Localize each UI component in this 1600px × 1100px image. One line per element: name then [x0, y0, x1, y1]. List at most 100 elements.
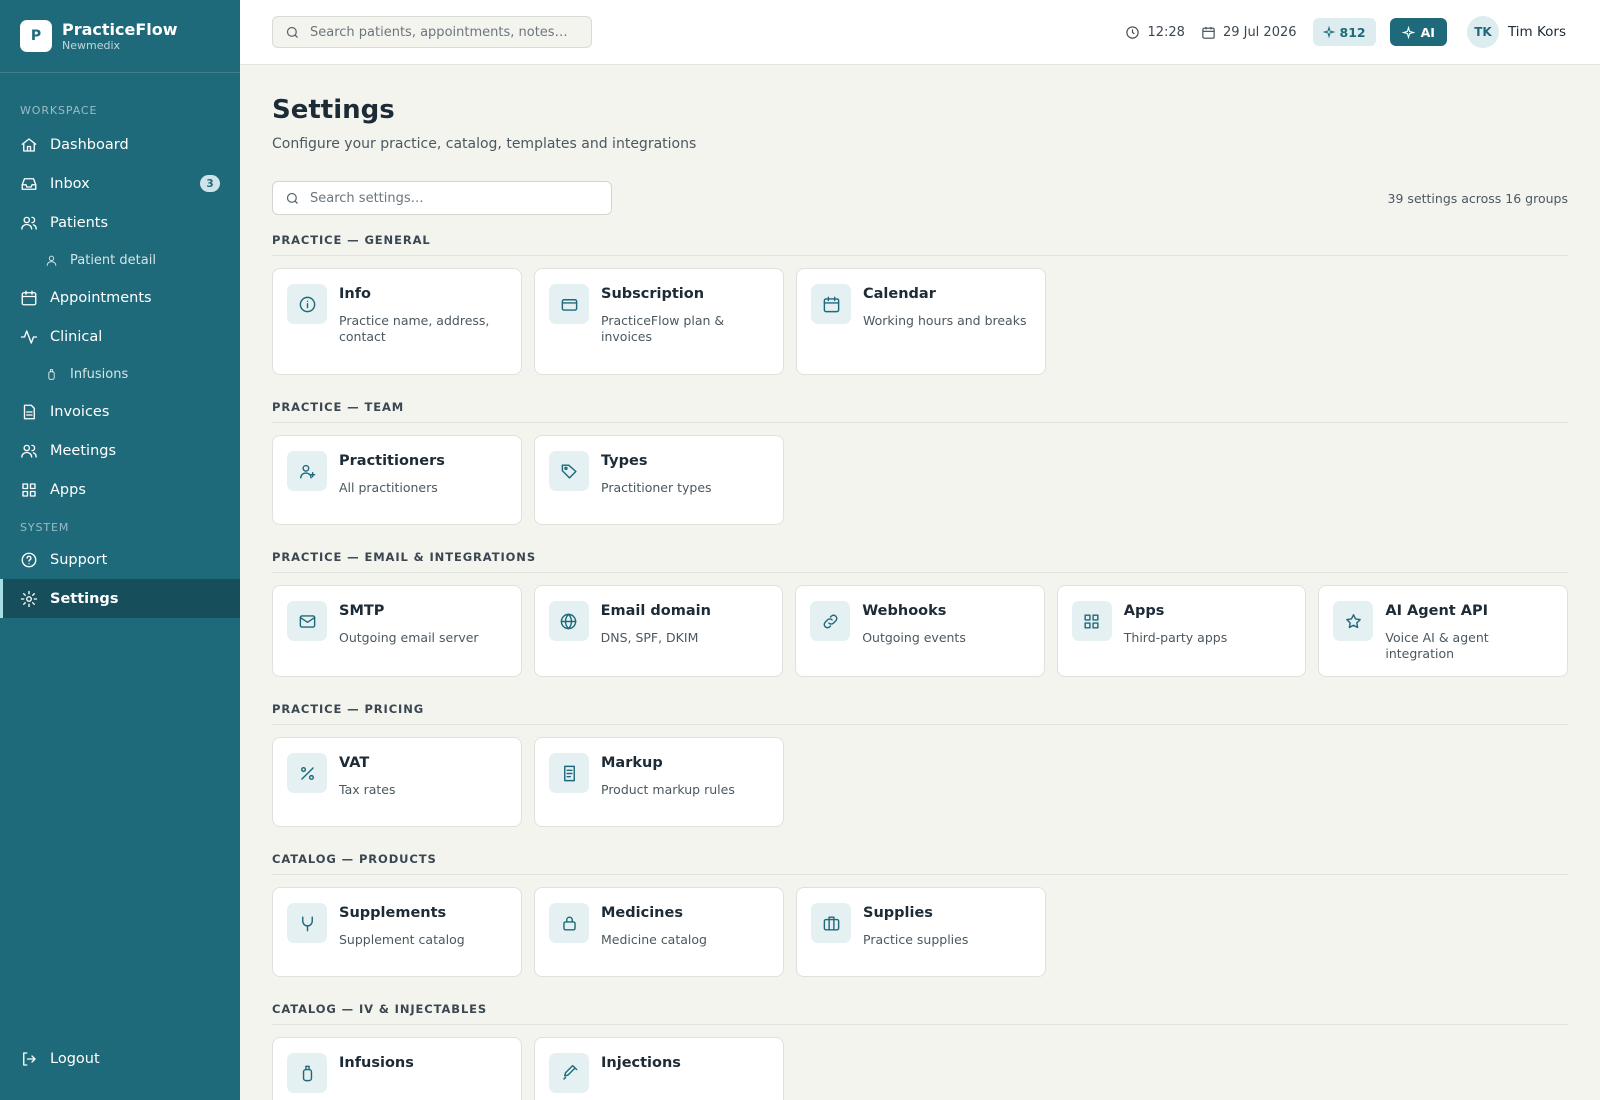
avatar[interactable]: TK	[1466, 16, 1499, 48]
card-injections[interactable]: Injections	[534, 1037, 784, 1100]
card-desc: DNS, SPF, DKIM	[600, 630, 699, 645]
global-search[interactable]	[272, 16, 592, 48]
sidebar-item-infusions[interactable]: Infusions	[0, 356, 240, 392]
card-title: Injections	[601, 1055, 681, 1071]
user-name[interactable]: Tim Kors	[1508, 24, 1566, 40]
card-desc: Outgoing events	[862, 630, 966, 645]
card-desc: Third-party apps	[1123, 630, 1228, 645]
card-subscription[interactable]: Subscription PracticeFlow plan & invoices	[534, 268, 784, 375]
card-medicines[interactable]: Medicines Medicine catalog	[534, 887, 784, 977]
search-icon	[286, 26, 298, 38]
sidebar-item-dashboard[interactable]: Dashboard	[0, 125, 240, 164]
card-webhooks[interactable]: Webhooks Outgoing events	[795, 585, 1045, 677]
ai-button[interactable]: AI	[1389, 18, 1447, 46]
card-vat[interactable]: VAT Tax rates	[272, 737, 522, 827]
sidebar-item-patient-detail[interactable]: Patient detail	[0, 242, 240, 278]
sidebar-item-appointments[interactable]: Appointments	[0, 278, 240, 317]
card-supplements[interactable]: Supplements Supplement catalog	[272, 887, 522, 977]
sidebar-item-inbox[interactable]: Inbox 3	[0, 164, 240, 203]
card-types[interactable]: Types Practitioner types	[534, 435, 784, 525]
group-title: PRACTICE — EMAIL & INTEGRATIONS	[272, 546, 1568, 573]
card-email-domain[interactable]: Email domain DNS, SPF, DKIM	[533, 585, 784, 677]
drip-icon	[48, 368, 55, 380]
topbar: 12:28 29 Jul 2026 812 AI TK Tim Kors	[240, 0, 1600, 65]
sidebar-item-meetings[interactable]: Meetings	[0, 431, 240, 470]
card-title: Email domain	[600, 603, 711, 619]
card-title: Infusions	[339, 1055, 414, 1071]
card-desc: PracticeFlow plan & invoices	[601, 313, 725, 344]
settings-groups: PRACTICE — GENERAL Info Practice name, ad…	[272, 229, 1568, 1100]
sidebar-item-settings[interactable]: Settings	[0, 579, 240, 618]
card-calendar[interactable]: Calendar Working hours and breaks	[796, 268, 1046, 375]
card-apps[interactable]: Apps Third-party apps	[1056, 585, 1307, 677]
brand-name: PracticeFlow	[62, 20, 178, 39]
card-ai-agent-api[interactable]: AI Agent API Voice AI & agent integration	[1318, 585, 1568, 677]
info-icon	[299, 296, 315, 312]
group-title: PRACTICE — TEAM	[272, 396, 1568, 423]
card-markup[interactable]: Markup Product markup rules	[534, 737, 784, 827]
current-time: 12:28	[1147, 24, 1185, 40]
drip-icon	[302, 1065, 312, 1081]
group-title: PRACTICE — PRICING	[272, 698, 1568, 725]
nav-section-workspace: WORKSPACE	[20, 104, 98, 117]
home-icon	[21, 137, 37, 152]
group-practice-general: PRACTICE — GENERAL Info Practice name, ad…	[272, 229, 1568, 375]
credits-count: 812	[1339, 24, 1366, 40]
calendar-icon	[823, 296, 839, 312]
sidebar-item-clinical[interactable]: Clinical	[0, 317, 240, 356]
credits-badge[interactable]: 812	[1312, 18, 1376, 46]
card-title: Info	[339, 286, 371, 302]
card-desc: Practice name, address, contact	[339, 313, 490, 344]
settings-main: Settings Configure your practice, catalo…	[272, 65, 1568, 1100]
card-title: Markup	[601, 755, 663, 771]
card-desc: Supplement catalog	[339, 932, 465, 947]
sidebar-item-label: Invoices	[50, 403, 110, 420]
card-info[interactable]: Info Practice name, address, contact	[272, 268, 522, 375]
group-practice-team: PRACTICE — TEAM Practitioners All practit…	[272, 396, 1568, 525]
sidebar: P PracticeFlow Newmedix WORKSPACE Dashbo…	[0, 0, 240, 1100]
inbox-count-badge: 3	[200, 175, 220, 192]
global-search-input[interactable]	[310, 24, 570, 40]
sparkle-icon	[1322, 26, 1335, 38]
card-title: Types	[601, 453, 648, 469]
sidebar-item-label: Infusions	[70, 366, 129, 382]
mail-icon	[299, 614, 315, 628]
credit-card-icon	[561, 298, 577, 311]
sidebar-item-label: Support	[50, 551, 108, 568]
users-icon	[21, 216, 37, 230]
card-smtp[interactable]: SMTP Outgoing email server	[272, 585, 522, 677]
group-practice-pricing: PRACTICE — PRICING VAT Tax rates Markup Pr…	[272, 698, 1568, 827]
card-infusions[interactable]: Infusions	[272, 1037, 522, 1100]
link-icon	[823, 614, 838, 628]
sidebar-item-patients[interactable]: Patients	[0, 203, 240, 242]
group-catalog-iv-injectables: CATALOG — IV & INJECTABLES Infusions Inj…	[272, 998, 1568, 1100]
card-desc: All practitioners	[339, 480, 438, 495]
card-supplies[interactable]: Supplies Practice supplies	[796, 887, 1046, 977]
card-desc: Voice AI & agent integration	[1385, 630, 1489, 661]
globe-icon	[560, 613, 577, 629]
brand-logo: P	[20, 20, 52, 52]
logout-button[interactable]: Logout	[0, 1039, 240, 1078]
clock-icon	[1126, 25, 1140, 39]
sidebar-item-apps[interactable]: Apps	[0, 470, 240, 509]
card-desc: Product markup rules	[601, 782, 735, 797]
sidebar-item-invoices[interactable]: Invoices	[0, 392, 240, 431]
receipt-icon	[563, 765, 575, 781]
syringe-icon	[562, 1064, 577, 1080]
card-title: VAT	[339, 755, 370, 771]
settings-search-input[interactable]	[310, 190, 570, 206]
ai-button-label: AI	[1420, 24, 1435, 40]
card-practitioners[interactable]: Practitioners All practitioners	[272, 435, 522, 525]
brand[interactable]: P PracticeFlow Newmedix	[0, 0, 240, 73]
card-desc: Tax rates	[339, 782, 396, 797]
sidebar-item-support[interactable]: Support	[0, 540, 240, 579]
user-icon	[46, 255, 57, 266]
tag-icon	[561, 463, 577, 479]
users-icon	[21, 444, 37, 458]
settings-search[interactable]	[272, 181, 612, 215]
card-title: Calendar	[863, 286, 936, 302]
sidebar-item-label: Appointments	[50, 289, 152, 306]
card-desc: Practice supplies	[863, 932, 969, 947]
percent-icon	[300, 766, 314, 780]
sparkle-icon	[1401, 25, 1415, 39]
